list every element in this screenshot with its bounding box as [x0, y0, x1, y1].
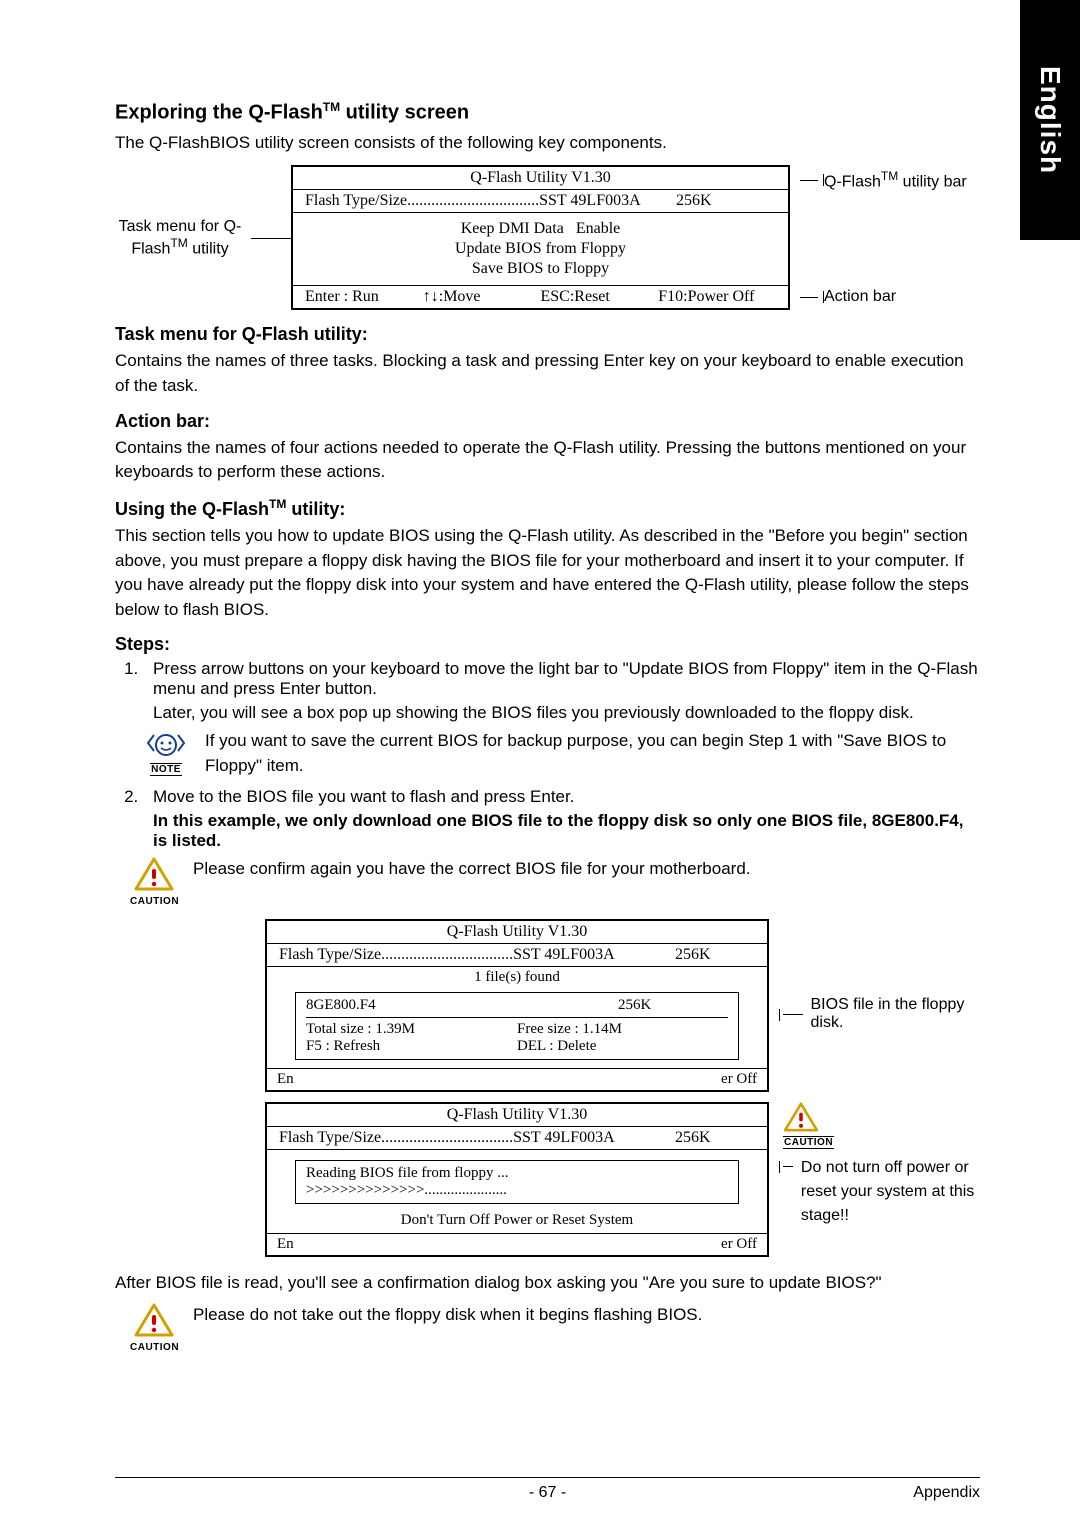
bios3-reading: Reading BIOS file from floppy ... — [306, 1165, 728, 1182]
bios-screen-1: Q-Flash Utility V1.30 Flash Type/Size...… — [291, 165, 790, 310]
steps-list: Press arrow buttons on your keyboard to … — [115, 659, 980, 723]
bios3-warning: Don't Turn Off Power or Reset System — [267, 1212, 767, 1233]
heading-task-menu: Task menu for Q-Flash utility: — [115, 324, 980, 345]
caution-icon: CAUTION — [783, 1102, 980, 1150]
bios3-progress: >>>>>>>>>>>>>>...................... — [306, 1182, 728, 1199]
bios-screen-3: Q-Flash Utility V1.30 Flash Type/Size...… — [265, 1102, 769, 1257]
steps-list-2: Move to the BIOS file you want to flash … — [115, 787, 980, 851]
label-task-menu: Task menu for Q-FlashTM utility — [115, 165, 251, 310]
note-block: NOTE If you want to save the current BIO… — [141, 729, 980, 778]
caution-icon: CAUTION — [129, 857, 179, 909]
bios3-progress-box: Reading BIOS file from floppy ... >>>>>>… — [295, 1160, 739, 1204]
caution-icon: CAUTION — [129, 1303, 179, 1355]
bios3-flash-info: Flash Type/Size.........................… — [267, 1126, 767, 1149]
bios2-files-found: 1 file(s) found — [267, 966, 767, 988]
bios-flash-info: Flash Type/Size.........................… — [293, 190, 788, 213]
task-menu-desc: Contains the names of three tasks. Block… — [115, 349, 980, 398]
qflash-screen-diagram: Task menu for Q-FlashTM utility Q-Flash … — [115, 165, 980, 310]
annotation-caution: CAUTION Do not turn off power or reset y… — [769, 1102, 980, 1228]
bios2-flash-info: Flash Type/Size.........................… — [267, 943, 767, 966]
right-labels: Q-FlashTM utility bar Action bar — [790, 165, 980, 310]
heading-action-bar: Action bar: — [115, 411, 980, 432]
using-desc: This section tells you how to update BIO… — [115, 524, 980, 623]
bios-screen-2: Q-Flash Utility V1.30 Flash Type/Size...… — [265, 919, 769, 1092]
bios2-file-box: 8GE800.F4 256K Total size : 1.39M Free s… — [295, 992, 739, 1060]
caution-block-2: CAUTION Please do not take out the flopp… — [129, 1303, 980, 1355]
connector-line — [251, 165, 291, 310]
heading-steps: Steps: — [115, 634, 980, 655]
heading-using: Using the Q-FlashTM utility: — [115, 497, 980, 520]
bios-screen-3-diagram: Q-Flash Utility V1.30 Flash Type/Size...… — [265, 1102, 980, 1257]
bios3-title: Q-Flash Utility V1.30 — [267, 1104, 767, 1126]
bios2-action-fragments: En er Off — [267, 1068, 767, 1090]
bios2-title: Q-Flash Utility V1.30 — [267, 921, 767, 943]
heading-exploring: Exploring the Q-FlashTM utility screen — [115, 100, 980, 125]
language-tab: English — [1020, 0, 1080, 240]
intro-text: The Q-FlashBIOS utility screen consists … — [115, 131, 980, 156]
bios-title: Q-Flash Utility V1.30 — [293, 167, 788, 190]
language-label: English — [1034, 66, 1066, 174]
note-icon: NOTE — [141, 729, 191, 777]
caution-text-2: Please do not take out the floppy disk w… — [193, 1303, 980, 1328]
bios-screen-2-diagram: Q-Flash Utility V1.30 Flash Type/Size...… — [265, 919, 980, 1092]
caution-block-1: CAUTION Please confirm again you have th… — [129, 857, 980, 909]
action-bar-desc: Contains the names of four actions neede… — [115, 436, 980, 485]
document-page: English Exploring the Q-FlashTM utility … — [0, 0, 1080, 1532]
annotation-bios-file: BIOS file in the floppy disk. — [769, 919, 980, 1092]
note-text: If you want to save the current BIOS for… — [205, 729, 980, 778]
bios-task-list: Keep DMI Data Enable Update BIOS from Fl… — [293, 213, 788, 286]
caution-text-1: Please confirm again you have the correc… — [193, 857, 980, 882]
bios-action-bar: Enter : Run ↑↓:Move ESC:Reset F10:Power … — [293, 286, 788, 308]
page-number: - 67 - — [529, 1484, 566, 1502]
page-footer: - 67 - Appendix — [115, 1477, 980, 1502]
footer-section: Appendix — [913, 1484, 980, 1502]
bios3-action-fragments: En er Off — [267, 1233, 767, 1255]
bios-file-name: 8GE800.F4 — [306, 997, 618, 1014]
step-2: Move to the BIOS file you want to flash … — [143, 787, 980, 851]
step-1: Press arrow buttons on your keyboard to … — [143, 659, 980, 723]
after-read-text: After BIOS file is read, you'll see a co… — [115, 1271, 980, 1296]
label-action-bar: Action bar — [824, 288, 896, 306]
